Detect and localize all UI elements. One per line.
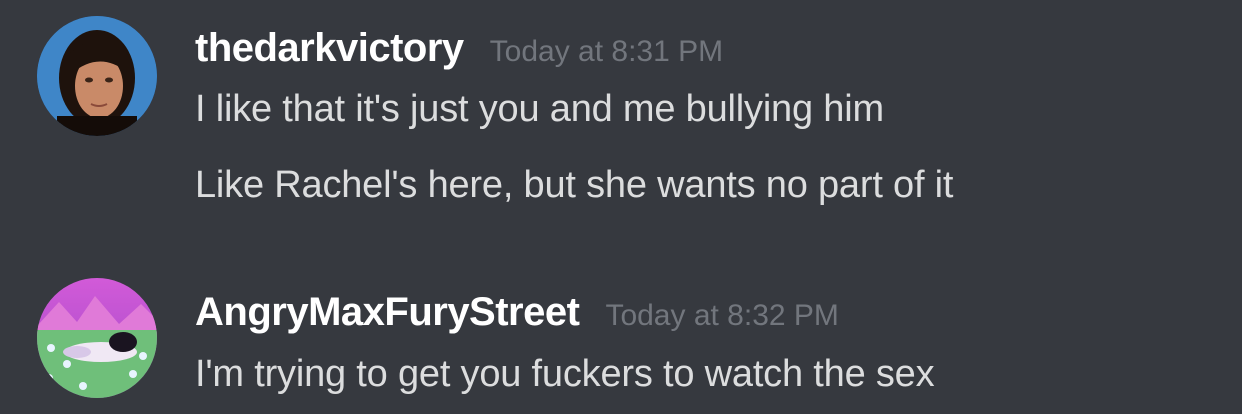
message-group-angrymaxfurystreet: AngryMaxFuryStreet Today at 8:32 PM I'm … <box>0 240 1242 414</box>
username[interactable]: AngryMaxFuryStreet <box>195 290 580 335</box>
illustration-avatar-image <box>37 278 157 398</box>
username[interactable]: thedarkvictory <box>195 26 464 71</box>
message-group-thedarkvictory: thedarkvictory Today at 8:31 PM I like t… <box>0 0 1242 240</box>
message-header: thedarkvictory Today at 8:31 PM <box>195 26 723 71</box>
message-text: I like that it's just you and me bullyin… <box>195 88 884 130</box>
message-header: AngryMaxFuryStreet Today at 8:32 PM <box>195 290 839 335</box>
timestamp: Today at 8:31 PM <box>489 35 724 68</box>
user-avatar[interactable] <box>37 16 157 136</box>
portrait-avatar-image <box>37 16 157 136</box>
message-text: I'm trying to get you fuckers to watch t… <box>195 353 935 395</box>
user-avatar[interactable] <box>37 278 157 398</box>
timestamp: Today at 8:32 PM <box>605 299 839 332</box>
message-text: Like Rachel's here, but she wants no par… <box>195 164 954 206</box>
